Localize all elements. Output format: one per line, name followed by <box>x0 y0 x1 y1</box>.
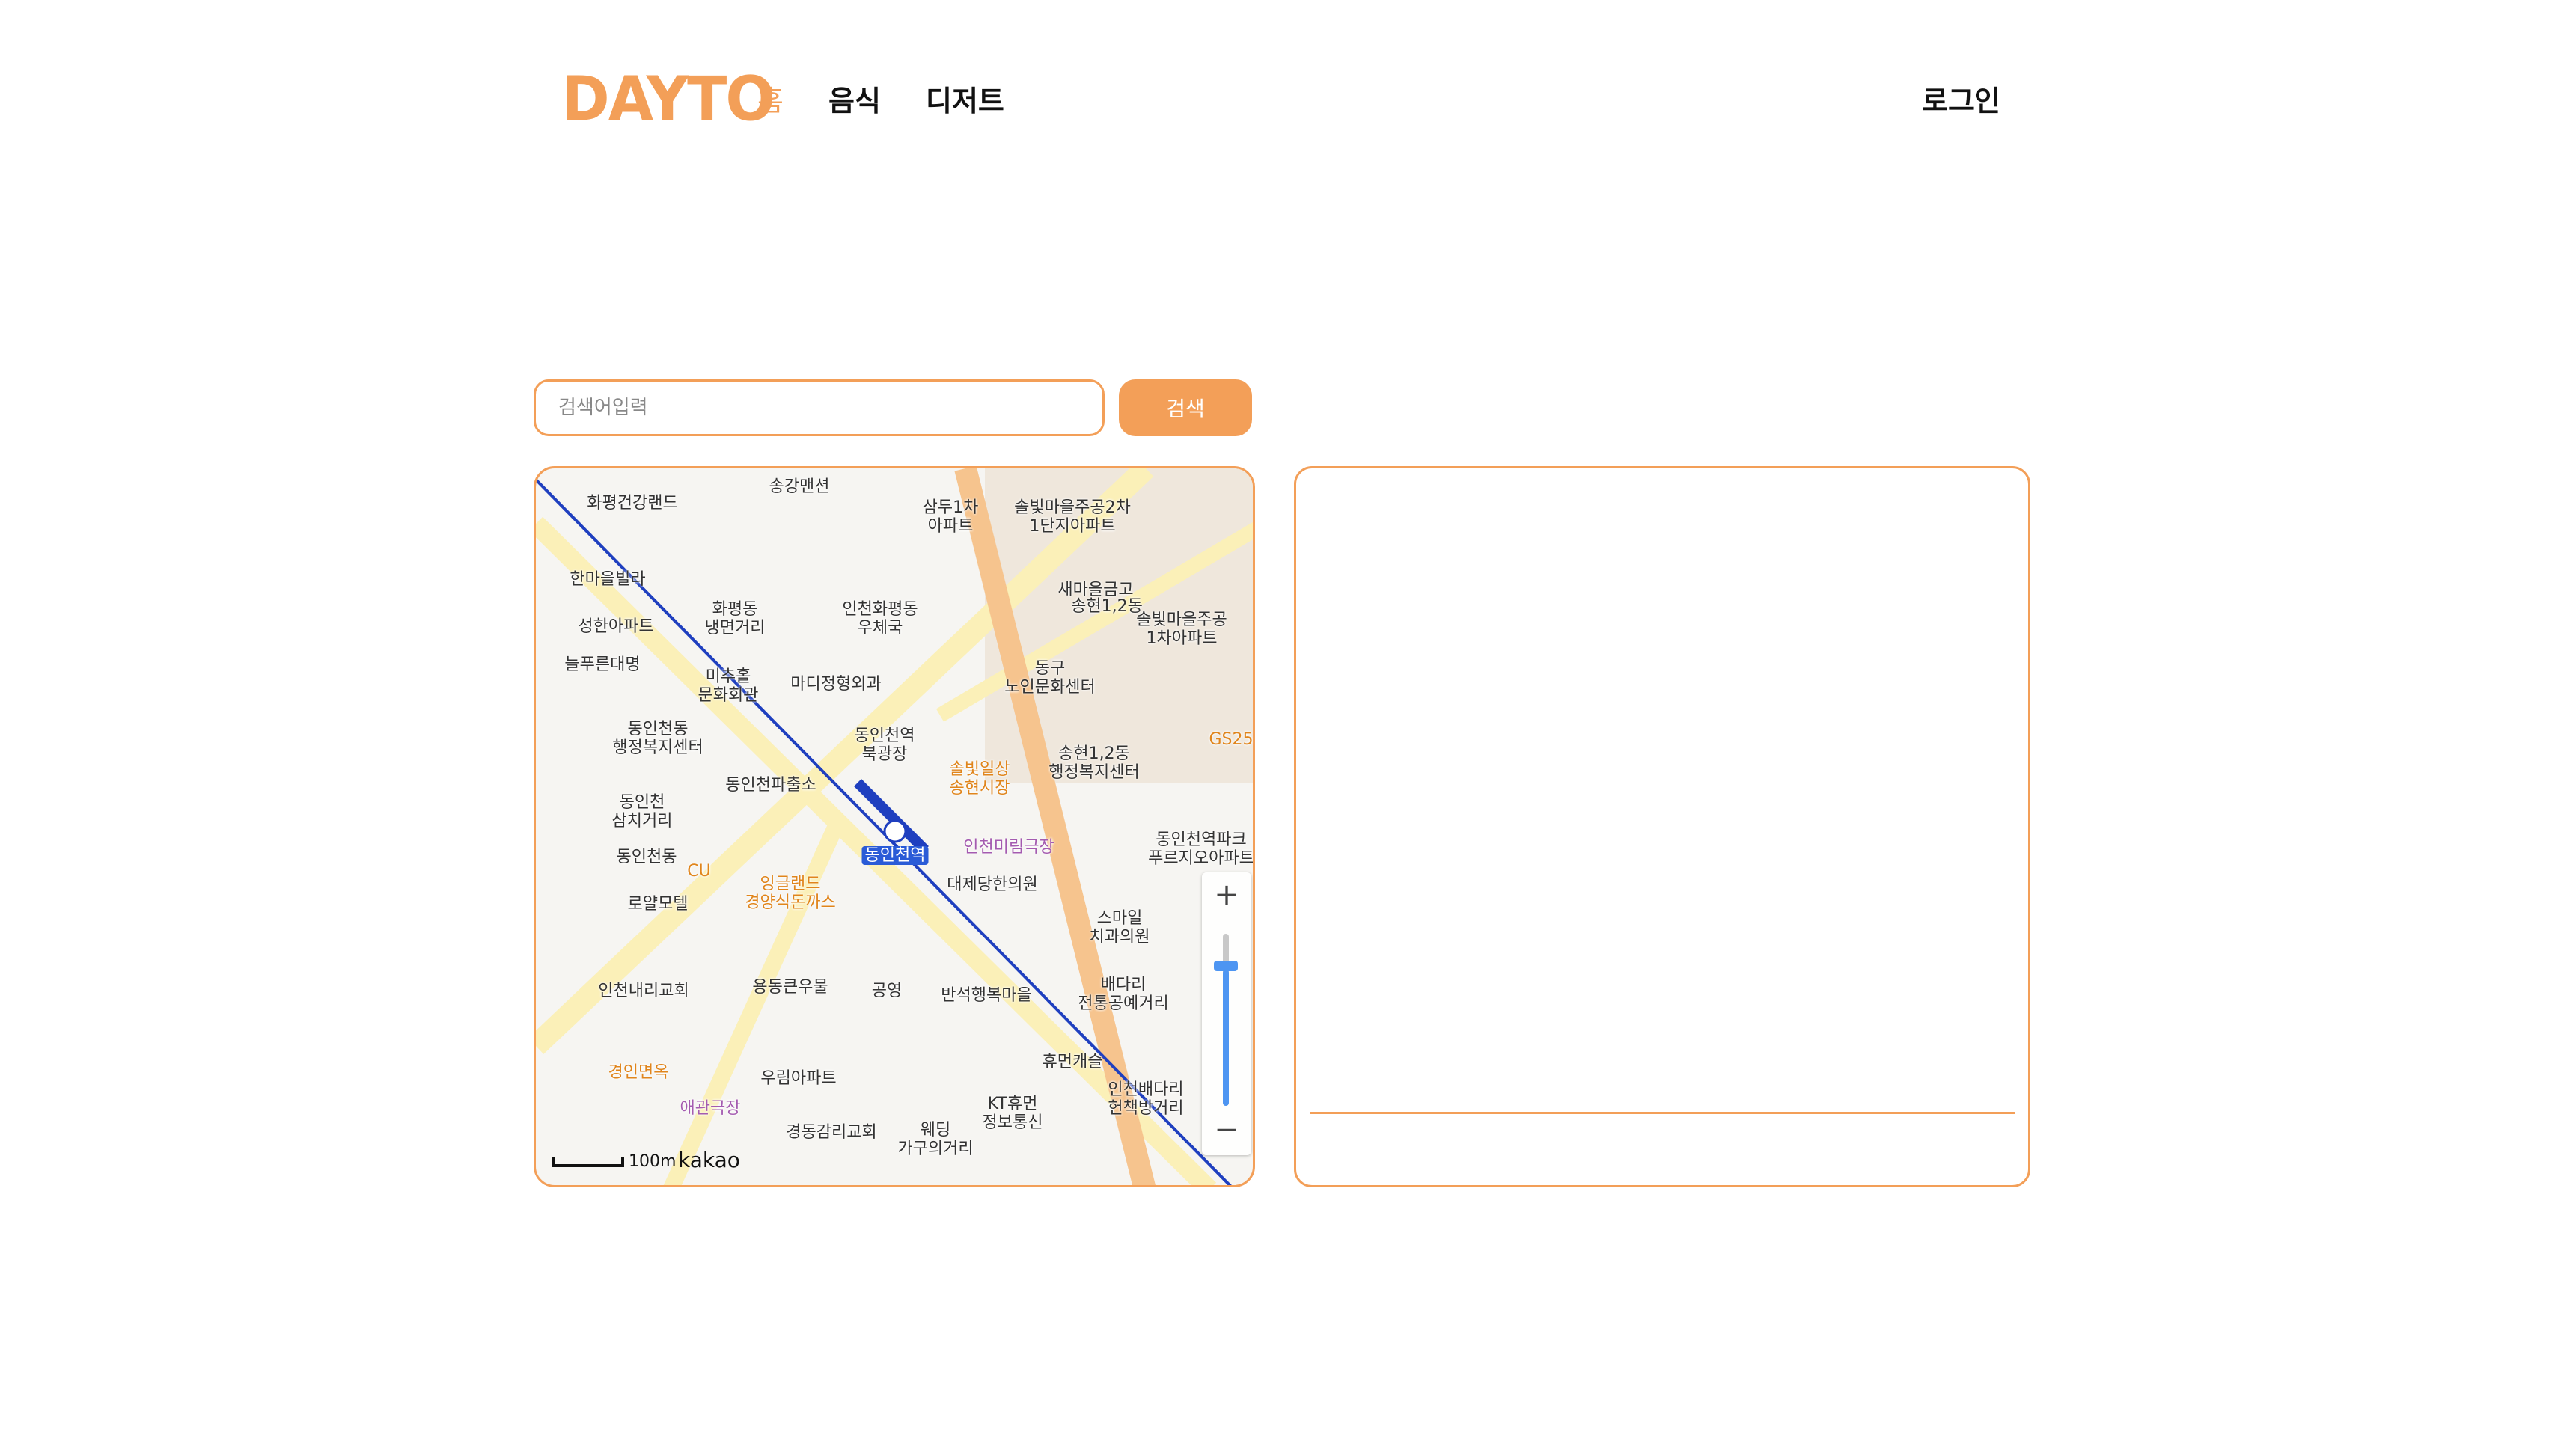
logo[interactable]: DAYTO <box>561 64 775 135</box>
zoom-slider-fill <box>1223 970 1229 1106</box>
map-label[interactable]: 동인천역 <box>861 846 929 865</box>
search-input[interactable] <box>534 379 1105 436</box>
map-label[interactable]: 솔빛마을주공 1차아파트 <box>1136 611 1227 648</box>
map-label[interactable]: 마디정형외과 <box>790 675 881 694</box>
map-label[interactable]: 삼두1차 아파트 <box>923 498 979 536</box>
map-label[interactable]: 휴먼캐슬 <box>1043 1053 1103 1071</box>
map-label[interactable]: 화평동 냉면거리 <box>705 600 766 637</box>
results-panel <box>1294 466 2030 1187</box>
map-label[interactable]: 미추홀 문화회관 <box>698 667 759 705</box>
map-label[interactable]: 로얄모텔 <box>628 895 689 914</box>
map-label[interactable]: 솔빛마을주공2차 1단지아파트 <box>1014 498 1131 536</box>
map-label[interactable]: 경동감리교회 <box>786 1123 876 1142</box>
zoom-slider-handle[interactable] <box>1214 961 1238 971</box>
map-label[interactable]: 인천배다리 헌책방거리 <box>1108 1080 1183 1118</box>
map-label[interactable]: 애관극장 <box>680 1099 741 1118</box>
map-label[interactable]: 동인천동 <box>617 848 677 866</box>
map-label[interactable]: 배다리 전통공예거리 <box>1078 976 1168 1013</box>
map-label[interactable]: 대제당한의원 <box>947 875 1037 894</box>
map-label[interactable]: 동인천역 북광장 <box>855 727 915 764</box>
map-label[interactable]: 잉글랜드 경양식돈까스 <box>745 875 835 912</box>
scale-bar <box>552 1157 624 1167</box>
map-label[interactable]: 반석행복마을 <box>941 986 1031 1005</box>
search-button[interactable]: 검색 <box>1119 379 1252 436</box>
divider <box>1310 1112 2015 1114</box>
zoom-control[interactable]: + − <box>1202 872 1251 1155</box>
map-label[interactable]: 인천미림극장 <box>963 838 1054 857</box>
map-label[interactable]: 용동큰우물 <box>752 978 828 997</box>
map-label[interactable]: 인천내리교회 <box>598 982 689 1000</box>
nav-food[interactable]: 음식 <box>828 78 881 119</box>
kakao-attribution[interactable]: kakao <box>678 1148 740 1172</box>
map-label[interactable]: 동인천동 행정복지센터 <box>612 720 703 757</box>
map-label[interactable]: KT휴먼 정보통신 <box>983 1095 1043 1132</box>
map[interactable]: 송강맨션화평건강랜드 삼두1차 아파트 솔빛마을주공2차 1단지아파트한마을빌라화평… <box>534 466 1255 1187</box>
map-label[interactable]: 웨딩 가구의거리 <box>897 1121 973 1158</box>
map-label[interactable]: 인천화평동 우체국 <box>842 600 918 637</box>
map-label[interactable]: 스마일 치과의원 <box>1090 909 1150 946</box>
zoom-in-button[interactable]: + <box>1202 872 1251 919</box>
map-label[interactable]: 공영 <box>872 982 902 1000</box>
map-label[interactable]: 화평건강랜드 <box>587 494 677 513</box>
map-label[interactable]: 한마을빌라 <box>570 570 645 589</box>
map-label[interactable]: 솔빛일상 송현시장 <box>950 760 1010 798</box>
map-label[interactable]: GS25 <box>1209 730 1253 749</box>
map-label[interactable]: 송현1,2동 <box>1071 597 1143 616</box>
map-label[interactable]: 성한아파트 <box>578 617 653 636</box>
nav-home[interactable]: 홈 <box>757 78 784 119</box>
map-label[interactable]: 우림아파트 <box>760 1069 836 1088</box>
map-label[interactable]: CU <box>687 862 710 881</box>
zoom-out-button[interactable]: − <box>1202 1107 1251 1154</box>
map-label[interactable]: 경인면옥 <box>608 1063 669 1082</box>
map-label[interactable]: 송현1,2동 행정복지센터 <box>1048 744 1139 782</box>
station-marker[interactable] <box>883 819 907 843</box>
nav-dessert[interactable]: 디저트 <box>926 78 1004 119</box>
map-label[interactable]: 동인천 삼치거리 <box>612 793 673 831</box>
map-label[interactable]: 동구 노인문화센터 <box>1004 659 1095 697</box>
map-label[interactable]: 동인천역파크 푸르지오아파트 <box>1148 831 1253 868</box>
map-label[interactable]: 동인천파출소 <box>725 776 816 795</box>
login-link[interactable]: 로그인 <box>1922 78 2000 119</box>
map-label[interactable]: 송강맨션 <box>769 477 830 496</box>
scale-label: 100m <box>629 1152 677 1171</box>
map-label[interactable]: 늘푸른대명 <box>564 655 640 674</box>
